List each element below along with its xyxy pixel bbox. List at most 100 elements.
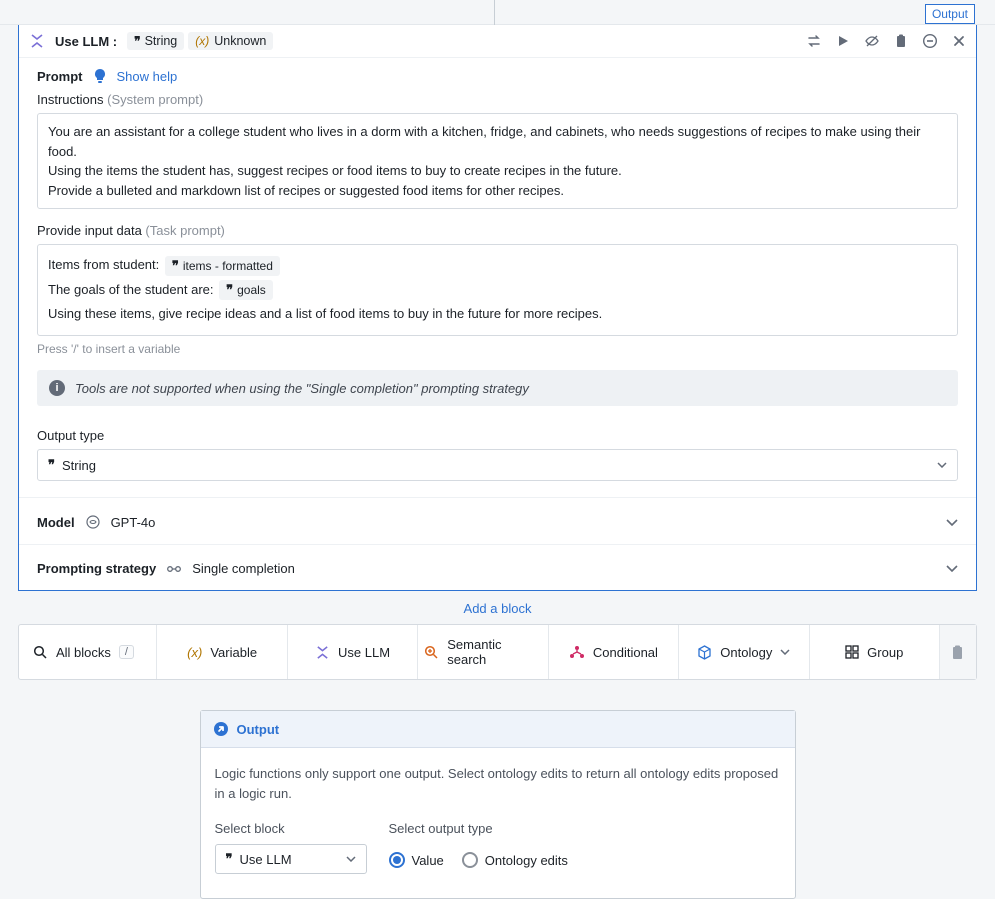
task-text: Using these items, give recipe ideas and… [48,302,947,327]
model-row[interactable]: Model GPT-4o [19,497,976,544]
block-toolbar: All blocks / (x) Variable Use LLM Semant… [18,624,977,680]
toolbar-label: Variable [210,645,257,660]
chip-label: String [145,34,178,48]
radio-label-text: Ontology edits [485,853,568,868]
select-block-value: Use LLM [240,852,292,867]
lightbulb-icon [93,68,107,84]
eye-off-icon[interactable] [864,33,880,49]
chip-string[interactable]: ❞ String [127,32,184,50]
clipboard-icon[interactable] [894,34,908,49]
llm-icon [29,33,45,49]
task-text: The goals of the student are: [48,282,217,297]
toolbar-clipboard[interactable] [940,625,976,679]
minus-circle-icon[interactable] [922,33,938,49]
task-section: Provide input data (Task prompt) Items f… [19,209,976,336]
show-help-link[interactable]: Show help [117,69,178,84]
toolbar-label: All blocks [56,645,111,660]
toolbar-ontology[interactable]: Ontology [679,625,809,679]
kbd-slash: / [119,645,134,659]
prompt-section: Prompt Show help Instructions (System pr… [19,58,976,209]
toolbar-label: Semantic search [447,637,541,667]
toolbar-label: Use LLM [338,645,390,660]
strategy-row[interactable]: Prompting strategy Single completion [19,544,976,590]
model-value: GPT-4o [111,515,156,530]
radio-value[interactable]: Value [389,852,444,868]
output-panel-title: Output [237,722,280,737]
output-type-label: Select output type [389,821,568,836]
info-banner: i Tools are not supported when using the… [37,370,958,406]
chip-label: items - formatted [183,256,273,276]
variable-icon: (x) [187,645,202,660]
output-top-tab[interactable]: Output [925,4,975,24]
chip-label: goals [237,280,266,300]
toolbar-group[interactable]: Group [810,625,940,679]
radio-icon [462,852,478,868]
swap-icon[interactable] [806,33,822,49]
select-block-dropdown[interactable]: ❞ Use LLM [215,844,367,874]
variable-chip-items[interactable]: ❞ items - formatted [165,256,280,276]
add-block-link[interactable]: Add a block [0,591,995,624]
task-text: Items from student: [48,257,163,272]
top-tab-row: Output [0,0,995,25]
llm-icon [315,645,330,660]
toolbar-label: Ontology [720,645,772,660]
chevron-down-icon [346,856,356,862]
radio-label-text: Value [412,853,444,868]
toolbar-variable[interactable]: (x) Variable [157,625,287,679]
chip-unknown[interactable]: (x) Unknown [188,32,273,50]
strategy-label: Prompting strategy [37,561,156,576]
toolbar-all-blocks[interactable]: All blocks / [19,625,157,679]
quote-icon: ❞ [226,851,232,867]
header-actions [806,33,966,49]
variable-icon: (x) [195,34,209,48]
use-llm-block: Use LLM : ❞ String (x) Unknown [18,25,977,591]
select-block-label: Select block [215,821,367,836]
quote-icon: ❞ [134,34,139,48]
chip-label: Unknown [214,34,266,48]
radio-ontology-edits[interactable]: Ontology edits [462,852,568,868]
chain-icon [166,564,182,574]
input-hint: (Task prompt) [145,223,224,238]
quote-icon: ❞ [48,457,54,473]
output-type-select[interactable]: ❞ String [37,449,958,481]
quote-icon: ❞ [226,280,232,300]
output-panel-header: Output [201,711,795,748]
system-prompt-textarea[interactable]: You are an assistant for a college stude… [37,113,958,209]
input-label: Provide input data [37,223,142,238]
info-text: Tools are not supported when using the "… [75,381,529,396]
output-type-label: Output type [37,428,958,443]
clipboard-icon [951,645,964,660]
task-prompt-textarea[interactable]: Items from student: ❞ items - formatted … [37,244,958,336]
chevron-down-icon [946,519,958,526]
radio-icon [389,852,405,868]
instructions-hint: (System prompt) [107,92,203,107]
strategy-value: Single completion [192,561,295,576]
close-icon[interactable] [952,34,966,48]
variable-chip-goals[interactable]: ❞ goals [219,280,273,300]
output-type-group: Output type ❞ String [19,414,976,481]
instructions-label: Instructions [37,92,103,107]
info-icon: i [49,380,65,396]
chevron-down-icon [937,462,947,468]
output-type-value: String [62,458,96,473]
play-icon[interactable] [836,34,850,48]
prompt-label: Prompt [37,69,83,84]
toolbar-label: Conditional [593,645,658,660]
model-provider-icon [85,514,101,530]
quote-icon: ❞ [172,256,178,276]
arrow-circle-icon [213,721,229,737]
search-icon [33,645,48,660]
variable-hint: Press '/' to insert a variable [19,336,976,356]
grid-icon [845,645,859,659]
chevron-down-icon [780,649,790,655]
block-header: Use LLM : ❞ String (x) Unknown [19,25,976,58]
cube-icon [697,645,712,660]
search-plus-icon [424,645,439,660]
model-label: Model [37,515,75,530]
toolbar-conditional[interactable]: Conditional [549,625,679,679]
tab-divider [494,0,495,25]
chevron-down-icon [946,565,958,572]
toolbar-use-llm[interactable]: Use LLM [288,625,418,679]
output-description: Logic functions only support one output.… [215,764,781,803]
toolbar-semantic-search[interactable]: Semantic search [418,625,548,679]
